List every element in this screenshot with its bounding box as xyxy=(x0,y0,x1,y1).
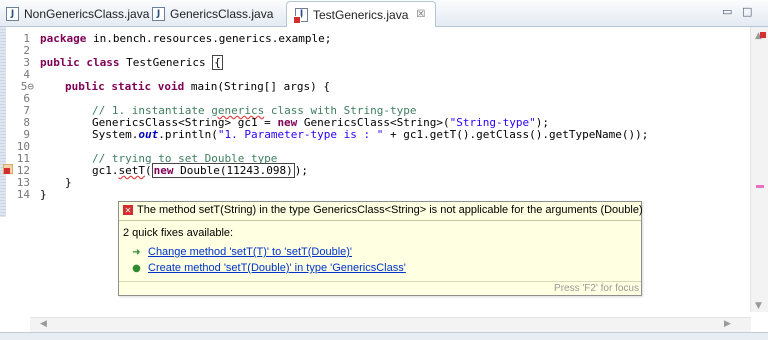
line-number: 13 xyxy=(16,176,30,189)
line-number: 10 xyxy=(16,140,30,153)
quick-fix-link[interactable]: Create method 'setT(Double)' in type 'Ge… xyxy=(148,262,406,274)
popup-status-bar: Press 'F2' for focus xyxy=(119,281,641,295)
tab-genericsclass[interactable]: J GenericsClass.java xyxy=(152,2,273,26)
line-number: 3 xyxy=(23,56,30,69)
code-line: // 1. instantiate generics class with St… xyxy=(92,104,417,117)
scroll-left-icon[interactable]: ◀ xyxy=(40,319,47,329)
tab-testgenerics[interactable]: J TestGenerics.java ☒ xyxy=(286,1,437,27)
scroll-right-icon[interactable]: ▶ xyxy=(724,319,731,329)
line-number: 7 xyxy=(23,104,30,117)
horizontal-scrollbar[interactable]: ◀ ▶ xyxy=(30,317,751,332)
error-message-text: The method setT(String) in the type Gene… xyxy=(137,204,643,216)
java-file-error-icon: J xyxy=(293,7,308,24)
line-number: 2 xyxy=(23,44,30,57)
scroll-down-icon[interactable]: ▼ xyxy=(755,301,762,311)
line-number: 14 xyxy=(16,188,30,201)
tab-nongenericsclass[interactable]: J NonGenericsClass.java xyxy=(6,2,149,26)
close-tab-icon[interactable]: ☒ xyxy=(416,9,425,20)
quick-fix-link[interactable]: Change method 'setT(T)' to 'setT(Double)… xyxy=(148,246,352,258)
quick-fix-count: 2 quick fixes available: xyxy=(123,227,234,239)
maximize-icon[interactable]: □ xyxy=(742,5,752,18)
line-number[interactable]: 5⊖ xyxy=(4,80,34,93)
tab-label: TestGenerics.java xyxy=(313,7,409,22)
code-line: System.out.println("1. Parameter-type is… xyxy=(92,128,649,141)
code-line: } xyxy=(65,176,72,189)
divider xyxy=(119,220,641,221)
vertical-scrollbar[interactable]: ▲ ▼ xyxy=(750,27,768,312)
line-number: 11 xyxy=(16,152,30,165)
quick-fix-create-method[interactable]: ● Create method 'setT(Double)' in type '… xyxy=(131,262,406,274)
java-file-icon: J xyxy=(152,7,165,21)
java-file-icon: J xyxy=(6,7,19,21)
tab-label: GenericsClass.java xyxy=(170,7,274,21)
error-marker-icon[interactable] xyxy=(3,164,13,174)
error-summary-icon[interactable] xyxy=(760,32,766,38)
code-line: public static void main(String[] args) { xyxy=(65,80,330,93)
error-icon: ✕ xyxy=(123,205,133,215)
line-number: 1 xyxy=(23,32,30,45)
change-fix-icon: ➜ xyxy=(132,246,141,258)
line-number: 6 xyxy=(23,92,30,105)
code-line: package in.bench.resources.generics.exam… xyxy=(40,32,332,45)
code-line: public class TestGenerics { xyxy=(40,55,223,70)
minimize-icon[interactable]: ▭ xyxy=(722,5,732,18)
create-fix-icon: ● xyxy=(132,262,141,274)
line-number: 9 xyxy=(23,128,30,141)
quick-fix-popup[interactable]: ✕ The method setT(String) in the type Ge… xyxy=(118,201,643,296)
tab-label: NonGenericsClass.java xyxy=(24,7,150,21)
quick-fix-change-method[interactable]: ➜ Change method 'setT(T)' to 'setT(Doubl… xyxy=(131,246,352,258)
code-line: gc1.setT(new Double(11243.098)); xyxy=(92,163,308,178)
code-line: } xyxy=(40,188,47,201)
overview-ruler-mark[interactable] xyxy=(756,185,764,188)
error-message: ✕ The method setT(String) in the type Ge… xyxy=(123,204,643,216)
line-number: 4 xyxy=(23,68,30,81)
line-number: 8 xyxy=(23,116,30,129)
editor-tab-bar: J NonGenericsClass.java J GenericsClass.… xyxy=(0,0,768,27)
code-line: GenericsClass<String> gc1 = new Generics… xyxy=(92,116,549,129)
